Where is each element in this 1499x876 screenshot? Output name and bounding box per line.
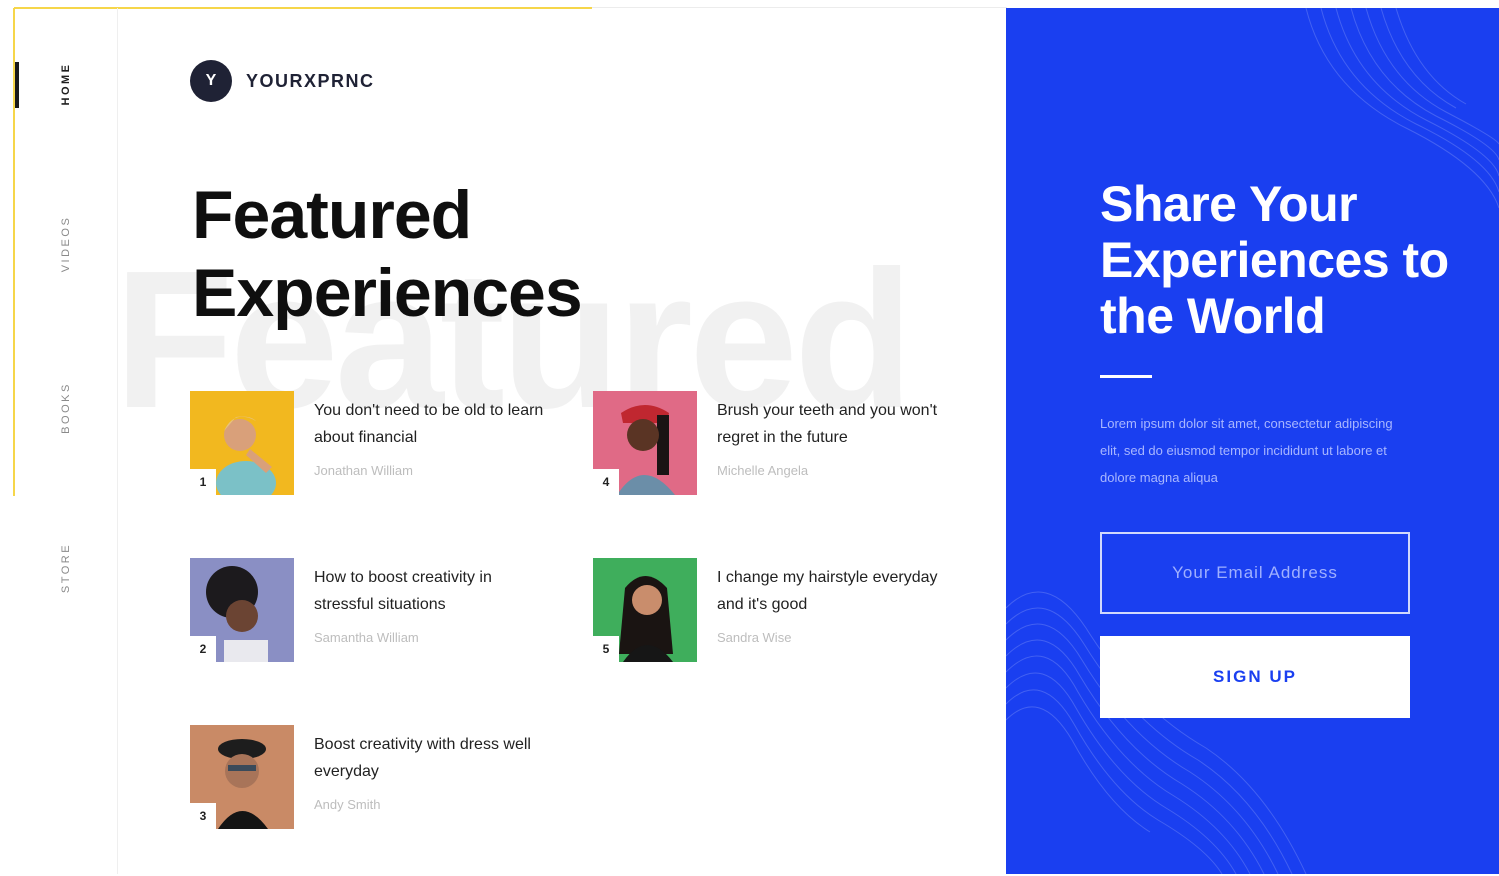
article-author: Sandra Wise	[717, 630, 792, 645]
article-author: Michelle Angela	[717, 463, 809, 478]
nav-item-store[interactable]: STORE	[60, 543, 72, 593]
article-title[interactable]: You don't need to be old to learn about …	[314, 397, 544, 451]
title-divider	[1100, 375, 1152, 378]
article-card-5[interactable]: 5 I change my hairstyle everyday and it'…	[593, 558, 953, 668]
nav-item-home[interactable]: HOME	[60, 63, 72, 106]
article-number: 2	[190, 636, 216, 662]
article-number: 4	[593, 469, 619, 495]
article-title[interactable]: Boost creativity with dress well everyda…	[314, 731, 544, 785]
signup-description: Lorem ipsum dolor sit amet, consectetur …	[1100, 416, 1393, 485]
logo-mark[interactable]: Y	[190, 60, 232, 102]
sidebar-accent-line	[13, 8, 15, 496]
article-title[interactable]: How to boost creativity in stressful sit…	[314, 564, 544, 618]
title-line-2: Experiences	[192, 255, 583, 331]
signup-panel: Share Your Experiences to the World Lore…	[1006, 8, 1499, 874]
article-number: 5	[593, 636, 619, 662]
article-card-4[interactable]: 4 Brush your teeth and you won't regret …	[593, 391, 953, 501]
top-border	[592, 7, 1007, 8]
article-card-2[interactable]: 2 How to boost creativity in stressful s…	[190, 558, 550, 668]
article-title[interactable]: I change my hairstyle everyday and it's …	[717, 564, 947, 618]
article-author: Samantha William	[314, 630, 419, 645]
signup-title: Share Your Experiences to the World	[1100, 176, 1449, 344]
nav-item-books[interactable]: BOOKS	[60, 382, 72, 434]
article-author: Jonathan William	[314, 463, 413, 478]
title-line-1: Featured	[192, 177, 472, 253]
article-author: Andy Smith	[314, 797, 381, 812]
nav-item-videos[interactable]: VIDEOS	[60, 216, 72, 273]
page-title: Featured Experiences	[192, 176, 583, 332]
nav-active-indicator	[15, 62, 19, 108]
brand-name[interactable]: YOURXPRNC	[246, 71, 375, 92]
article-title[interactable]: Brush your teeth and you won't regret in…	[717, 397, 947, 451]
article-number: 1	[190, 469, 216, 495]
sign-up-button[interactable]: SIGN UP	[1100, 636, 1410, 718]
email-field[interactable]	[1100, 532, 1410, 614]
sidebar-nav: HOME VIDEOS BOOKS STORE	[15, 8, 118, 874]
article-card-1[interactable]: 1 You don't need to be old to learn abou…	[190, 391, 550, 501]
article-card-3[interactable]: 3 Boost creativity with dress well every…	[190, 725, 550, 835]
article-number: 3	[190, 803, 216, 829]
